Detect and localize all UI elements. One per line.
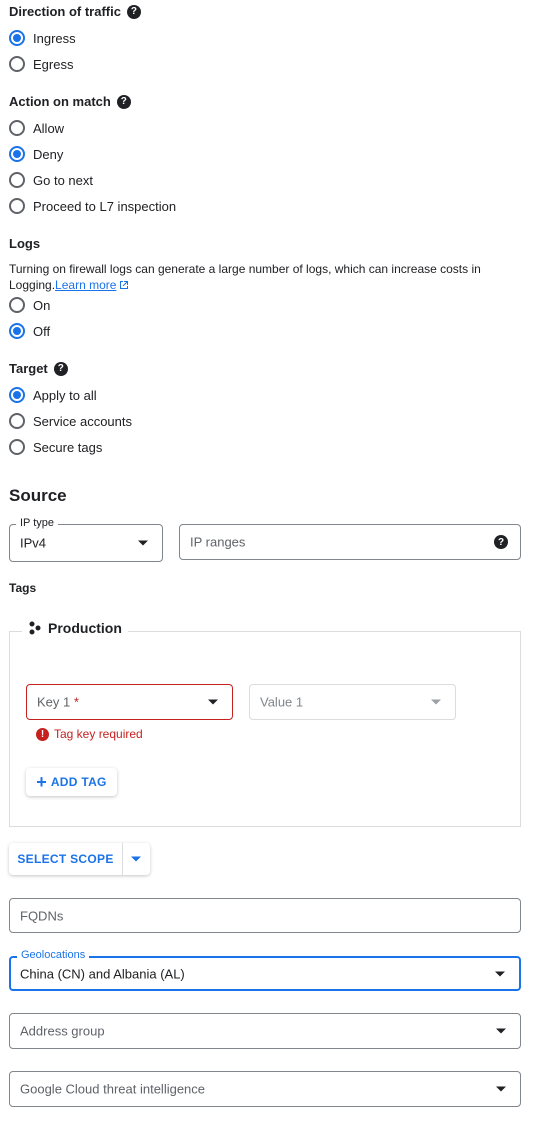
radio-label-off: Off — [33, 323, 51, 339]
radio-egress[interactable]: Egress — [9, 54, 73, 74]
dropdown-arrow-icon — [138, 540, 148, 546]
radio-allow[interactable]: Allow — [9, 118, 64, 138]
fqdns-placeholder: FQDNs — [20, 908, 64, 923]
dropdown-arrow-icon — [496, 1028, 506, 1034]
logs-description-line1: Turning on firewall logs can generate a … — [9, 262, 481, 276]
tag-key-select[interactable]: Key 1 * — [26, 684, 233, 720]
add-tag-label: ADD TAG — [50, 775, 107, 789]
ip-type-select[interactable]: IP type IPv4 — [9, 517, 163, 562]
radio-button-selected[interactable] — [9, 323, 25, 339]
help-icon[interactable]: ? — [126, 4, 141, 19]
radio-label-secure-tags: Secure tags — [33, 439, 103, 455]
radio-button[interactable] — [9, 297, 25, 313]
select-scope-label: SELECT SCOPE — [17, 852, 114, 866]
ip-ranges-input[interactable]: IP ranges ? — [179, 524, 521, 560]
geolocations-label: Geolocations — [17, 949, 90, 961]
action-heading: Action on match ? — [9, 94, 131, 109]
radio-service-accounts[interactable]: Service accounts — [9, 411, 132, 431]
tag-value-placeholder: Value 1 — [260, 694, 304, 710]
tag-key-placeholder-text: Key 1 — [37, 694, 71, 710]
tag-value-select[interactable]: Value 1 — [249, 684, 456, 720]
external-link-icon[interactable] — [118, 279, 130, 291]
radio-go-to-next[interactable]: Go to next — [9, 170, 93, 190]
dropdown-arrow-icon — [495, 971, 505, 976]
source-title: Source — [9, 486, 67, 505]
radio-button[interactable] — [9, 439, 25, 455]
radio-button[interactable] — [9, 172, 25, 188]
address-group-placeholder: Address group — [20, 1023, 105, 1039]
radio-ingress[interactable]: Ingress — [9, 28, 76, 48]
select-scope-dropdown[interactable] — [123, 843, 150, 875]
dropdown-arrow-icon — [496, 1086, 506, 1092]
learn-more-link[interactable]: Learn more — [55, 277, 116, 293]
ip-type-label: IP type — [16, 517, 59, 529]
radio-apply-to-all[interactable]: Apply to all — [9, 385, 97, 405]
radio-label-on: On — [33, 297, 51, 313]
threat-intelligence-select[interactable]: Google Cloud threat intelligence — [9, 1071, 521, 1107]
target-heading: Target ? — [9, 361, 68, 376]
radio-label-ingress: Ingress — [33, 30, 76, 46]
select-scope-button[interactable]: SELECT SCOPE — [9, 843, 123, 875]
radio-label-service-accounts: Service accounts — [33, 413, 132, 429]
tags-label: Tags — [9, 581, 37, 595]
radio-deny[interactable]: Deny — [9, 144, 63, 164]
geolocations-value: China (CN) and Albania (AL) — [20, 966, 185, 981]
threat-intelligence-placeholder: Google Cloud threat intelligence — [20, 1081, 206, 1097]
error-icon: ! — [36, 727, 49, 741]
radio-secure-tags[interactable]: Secure tags — [9, 437, 102, 457]
radio-label-deny: Deny — [33, 146, 64, 162]
radio-label-apply-to-all: Apply to all — [33, 387, 97, 403]
radio-button[interactable] — [9, 413, 25, 429]
radio-l7-inspection[interactable]: Proceed to L7 inspection — [9, 196, 176, 216]
radio-button[interactable] — [9, 198, 25, 214]
production-title: Production — [48, 620, 122, 636]
tag-key-error: ! Tag key required — [36, 727, 143, 741]
radio-label-go-to-next: Go to next — [33, 172, 93, 188]
ip-type-value: IPv4 — [20, 535, 47, 551]
select-scope-split-button: SELECT SCOPE — [9, 843, 150, 875]
fqdns-input[interactable]: FQDNs — [9, 898, 521, 933]
radio-button-selected[interactable] — [9, 387, 25, 403]
chevron-down-icon — [131, 856, 141, 862]
direction-title: Direction of traffic — [9, 4, 121, 19]
action-title: Action on match — [9, 94, 111, 109]
add-tag-button[interactable]: + ADD TAG — [26, 768, 117, 796]
logs-title: Logs — [9, 236, 41, 251]
tag-key-placeholder: Key 1 * — [37, 695, 79, 710]
production-header: Production — [22, 620, 128, 636]
radio-label-egress: Egress — [33, 56, 74, 72]
error-text: Tag key required — [54, 727, 143, 741]
radio-button[interactable] — [9, 120, 25, 136]
radio-button-selected[interactable] — [9, 146, 25, 162]
radio-logs-on[interactable]: On — [9, 295, 50, 315]
direction-heading: Direction of traffic ? — [9, 4, 141, 19]
help-icon[interactable]: ? — [116, 94, 131, 109]
logs-heading: Logs — [9, 236, 40, 251]
logs-description: Turning on firewall logs can generate a … — [9, 261, 529, 293]
radio-button-selected[interactable] — [9, 30, 25, 46]
help-icon[interactable]: ? — [494, 535, 508, 549]
radio-label-allow: Allow — [33, 120, 65, 136]
logs-description-line2: Logging. — [9, 278, 56, 292]
radio-button[interactable] — [9, 56, 25, 72]
radio-logs-off[interactable]: Off — [9, 321, 50, 341]
required-star: * — [73, 694, 79, 710]
geolocations-select[interactable]: Geolocations China (CN) and Albania (AL) — [9, 949, 521, 991]
ip-ranges-placeholder: IP ranges — [190, 534, 246, 550]
dropdown-arrow-icon — [431, 699, 441, 705]
tag-group-icon — [29, 621, 41, 635]
target-title: Target — [9, 361, 48, 376]
plus-icon: + — [36, 772, 47, 792]
dropdown-arrow-icon — [208, 699, 218, 705]
address-group-select[interactable]: Address group — [9, 1013, 521, 1049]
radio-label-l7: Proceed to L7 inspection — [33, 198, 177, 214]
help-icon[interactable]: ? — [53, 361, 68, 376]
